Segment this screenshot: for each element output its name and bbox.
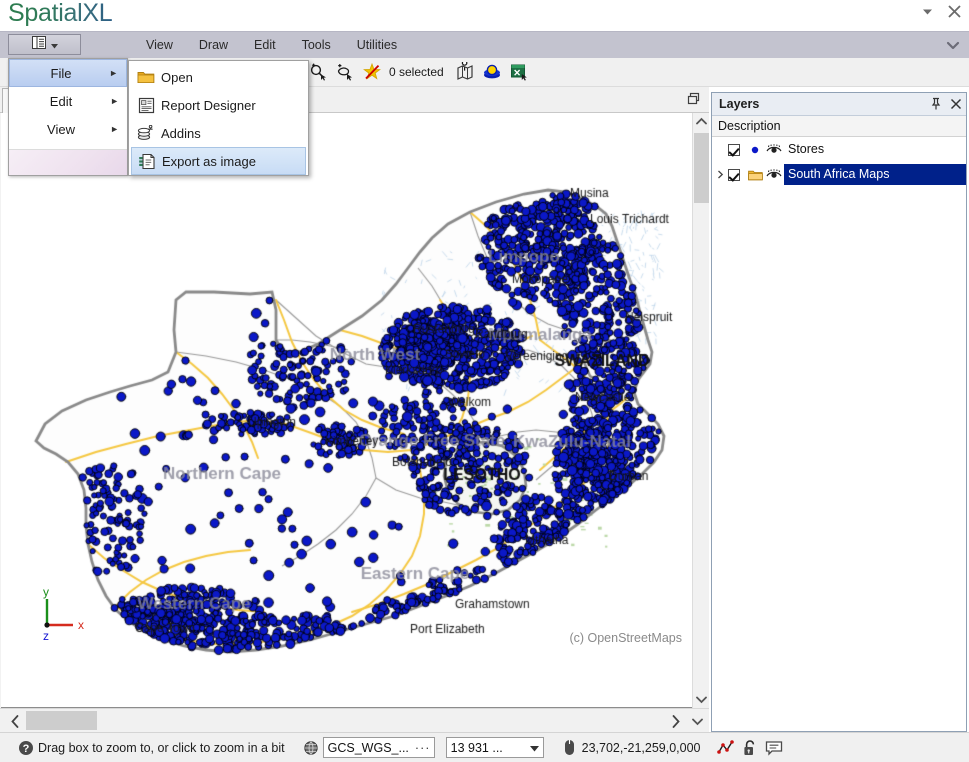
application-menu-button[interactable] [8, 34, 81, 55]
application-menu-icon [32, 36, 48, 53]
application-window: SpatialXL View Draw Edit Tools Utilities… [0, 0, 969, 762]
submenu-item-report-designer[interactable]: Report Designer [131, 91, 306, 119]
axis-z-label: z [43, 629, 49, 643]
layers-panel-title: Layers [712, 97, 926, 111]
submenu-item-export-as-image[interactable]: Export as image [131, 147, 306, 175]
menu-item-draw[interactable]: Draw [186, 32, 241, 59]
export-excel-icon[interactable] [506, 60, 533, 85]
map-document-area: y x z (c) OpenStreetMaps [0, 87, 709, 708]
application-menu-caret-icon [51, 38, 58, 52]
map-vertical-scrollbar[interactable] [692, 113, 709, 708]
scroll-right-icon[interactable] [667, 712, 685, 730]
axis-orientation-gizmo: y x z [29, 585, 89, 645]
app-menu-item-edit[interactable]: Edit ► [9, 87, 127, 115]
crs-more-button[interactable]: ··· [409, 741, 431, 755]
status-bar: ? Drag box to zoom to, or click to zoom … [0, 732, 969, 762]
scroll-up-icon[interactable] [693, 113, 710, 130]
submenu-label: Addins [161, 126, 201, 141]
app-menu-item-view[interactable]: View ► [9, 115, 127, 143]
globe-icon[interactable] [299, 737, 323, 759]
axis-y-label: y [43, 585, 49, 599]
app-menu-item-file[interactable]: File ► [9, 59, 127, 87]
scale-value: 13 931 ... [451, 741, 530, 755]
submenu-label: Report Designer [161, 98, 256, 113]
export-image-icon [132, 153, 162, 170]
restore-window-icon[interactable] [687, 92, 703, 108]
application-menu-popup: File ► Edit ► View ► Layout ► [8, 58, 128, 176]
select-polygon-icon[interactable] [331, 60, 358, 85]
close-icon[interactable] [946, 3, 963, 20]
pin-icon[interactable] [926, 94, 946, 114]
layer-label: Stores [784, 139, 966, 160]
scroll-corner-down-icon[interactable] [688, 712, 706, 730]
help-circle-icon[interactable]: ? [14, 737, 38, 759]
vertical-scroll-thumb[interactable] [694, 133, 709, 203]
layer-row-stores[interactable]: Stores [712, 137, 966, 162]
axis-x-label: x [78, 618, 84, 632]
scroll-down-icon[interactable] [693, 691, 710, 708]
globe-layers-icon[interactable] [479, 60, 506, 85]
ribbon-collapse-icon[interactable] [945, 37, 961, 53]
layer-checkbox[interactable] [728, 144, 740, 156]
chevron-right-icon: ► [110, 96, 119, 106]
file-submenu-popup: Open Report Designer Addins Export as im… [128, 60, 309, 176]
close-icon[interactable] [946, 94, 966, 114]
submenu-label: Open [161, 70, 193, 85]
submenu-item-addins[interactable]: Addins [131, 119, 306, 147]
app-title: SpatialXL [8, 0, 112, 28]
submenu-item-open[interactable]: Open [131, 63, 306, 91]
menu-item-utilities[interactable]: Utilities [344, 32, 410, 59]
menu-item-tools[interactable]: Tools [289, 32, 344, 59]
map-viewport[interactable]: y x z (c) OpenStreetMaps [1, 113, 709, 708]
chevron-right-icon: ► [110, 124, 119, 134]
selection-status: 0 selected [385, 65, 452, 79]
svg-text:?: ? [23, 743, 30, 755]
map-pin-grid-icon[interactable] [452, 60, 479, 85]
menu-item-list: View Draw Edit Tools Utilities [133, 32, 410, 59]
layers-column-header: Description [712, 116, 966, 137]
chevron-right-icon: ► [109, 68, 118, 78]
eye-icon[interactable] [764, 144, 784, 156]
unlocked-padlock-icon[interactable] [738, 737, 762, 759]
map-attribution: (c) OpenStreetMaps [569, 631, 682, 645]
addins-stack-icon [131, 125, 161, 141]
scroll-left-icon[interactable] [6, 712, 24, 730]
window-controls [919, 3, 963, 20]
submenu-label: Export as image [162, 154, 256, 169]
layer-checkbox[interactable] [728, 169, 740, 181]
caret-down-icon[interactable] [530, 741, 539, 755]
layers-column-header-label: Description [718, 119, 781, 133]
polyline-measure-icon[interactable] [714, 737, 738, 759]
status-message: Drag box to zoom to, or click to zoom in… [38, 741, 285, 755]
layers-panel-title-bar: Layers [712, 93, 966, 116]
eye-icon[interactable] [764, 169, 784, 181]
chevron-right-icon[interactable] [712, 170, 728, 179]
layer-label: South Africa Maps [784, 164, 966, 185]
menu-item-view[interactable]: View [133, 32, 186, 59]
layers-panel: Layers Description Stores South Africa M… [711, 92, 967, 732]
horizontal-scroll-thumb[interactable] [26, 711, 97, 730]
crs-value: GCS_WGS_... [328, 741, 409, 755]
title-bar: SpatialXL [0, 0, 969, 31]
message-note-icon[interactable] [762, 737, 786, 759]
clear-selection-icon[interactable] [358, 60, 385, 85]
folder-icon [746, 169, 764, 181]
report-document-icon [131, 97, 161, 114]
crs-field[interactable]: GCS_WGS_... ··· [323, 737, 435, 758]
map-canvas[interactable] [1, 113, 692, 708]
mouse-icon [558, 737, 582, 759]
menu-item-edit[interactable]: Edit [241, 32, 289, 59]
blue-dot-icon [746, 145, 764, 155]
layer-row-south-africa-maps[interactable]: South Africa Maps [712, 162, 966, 187]
app-menu-footer-strip [9, 149, 127, 175]
folder-icon [131, 70, 161, 85]
minimize-ribbon-icon[interactable] [919, 3, 936, 20]
menu-bar: View Draw Edit Tools Utilities [0, 31, 969, 58]
scale-field[interactable]: 13 931 ... [446, 737, 544, 758]
coordinates-readout: 23,702,-21,259,0,000 [582, 741, 701, 755]
map-horizontal-scrollbar[interactable] [0, 708, 709, 732]
